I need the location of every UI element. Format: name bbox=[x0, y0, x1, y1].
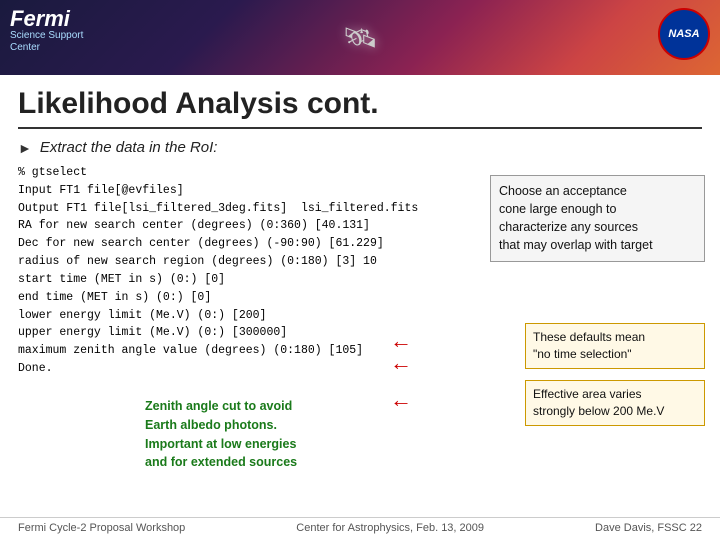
support-line1: Science Support bbox=[10, 30, 83, 42]
code-line-9: lower energy limit (Me.V) (0:) [200] bbox=[18, 307, 702, 325]
bullet-arrow: ► bbox=[18, 140, 32, 156]
callout-top-line4: that may overlap with target bbox=[499, 238, 653, 252]
footer-left: Fermi Cycle-2 Proposal Workshop bbox=[18, 522, 185, 534]
nasa-logo: NASA bbox=[658, 8, 710, 60]
zenith-line4: and for extended sources bbox=[145, 455, 297, 469]
footer-center: Center for Astrophysics, Feb. 13, 2009 bbox=[296, 522, 484, 534]
content-area: Likelihood Analysis cont. ► Extract the … bbox=[0, 75, 720, 540]
zenith-line3: Important at low energies bbox=[145, 437, 296, 451]
callout-top-line1: Choose an acceptance bbox=[499, 184, 627, 198]
footer: Fermi Cycle-2 Proposal Workshop Center f… bbox=[0, 517, 720, 534]
footer-right: Dave Davis, FSSC 22 bbox=[595, 522, 702, 534]
callout-mid-line1: These defaults mean bbox=[533, 330, 645, 344]
callout-top-line3: characterize any sources bbox=[499, 220, 638, 234]
callout-lower-line2: strongly below 200 Me.V bbox=[533, 404, 664, 418]
callout-top-line2: cone large enough to bbox=[499, 202, 616, 216]
callout-lower-line1: Effective area varies bbox=[533, 387, 642, 401]
red-arrow-end-time: ← bbox=[390, 350, 412, 376]
red-arrow-lower-energy: ← bbox=[390, 387, 412, 413]
zenith-line2: Earth albedo photons. bbox=[145, 418, 277, 432]
zenith-line1: Zenith angle cut to avoid bbox=[145, 399, 292, 413]
fermi-logo: Fermi Science Support Center bbox=[10, 8, 83, 54]
callout-no-time-selection: These defaults mean "no time selection" bbox=[525, 323, 705, 369]
satellite-illustration: 🛰 bbox=[260, 5, 460, 70]
callout-zenith: Zenith angle cut to avoid Earth albedo p… bbox=[145, 397, 365, 472]
callout-acceptance-cone: Choose an acceptance cone large enough t… bbox=[490, 175, 705, 262]
header: Fermi Science Support Center 🛰 NASA bbox=[0, 0, 720, 75]
nasa-label: NASA bbox=[668, 28, 699, 40]
fermi-title: Fermi bbox=[10, 8, 83, 30]
callout-mid-line2: "no time selection" bbox=[533, 347, 632, 361]
support-line2: Center bbox=[10, 42, 83, 54]
code-line-7: start time (MET in s) (0:) [0] bbox=[18, 271, 702, 289]
code-line-8: end time (MET in s) (0:) [0] bbox=[18, 289, 702, 307]
callout-effective-area: Effective area varies strongly below 200… bbox=[525, 380, 705, 426]
page-title: Likelihood Analysis cont. bbox=[18, 87, 702, 129]
section-header: ► Extract the data in the RoI: bbox=[18, 139, 702, 156]
satellite-icon: 🛰 bbox=[342, 21, 378, 54]
section-label: Extract the data in the RoI: bbox=[40, 139, 218, 156]
